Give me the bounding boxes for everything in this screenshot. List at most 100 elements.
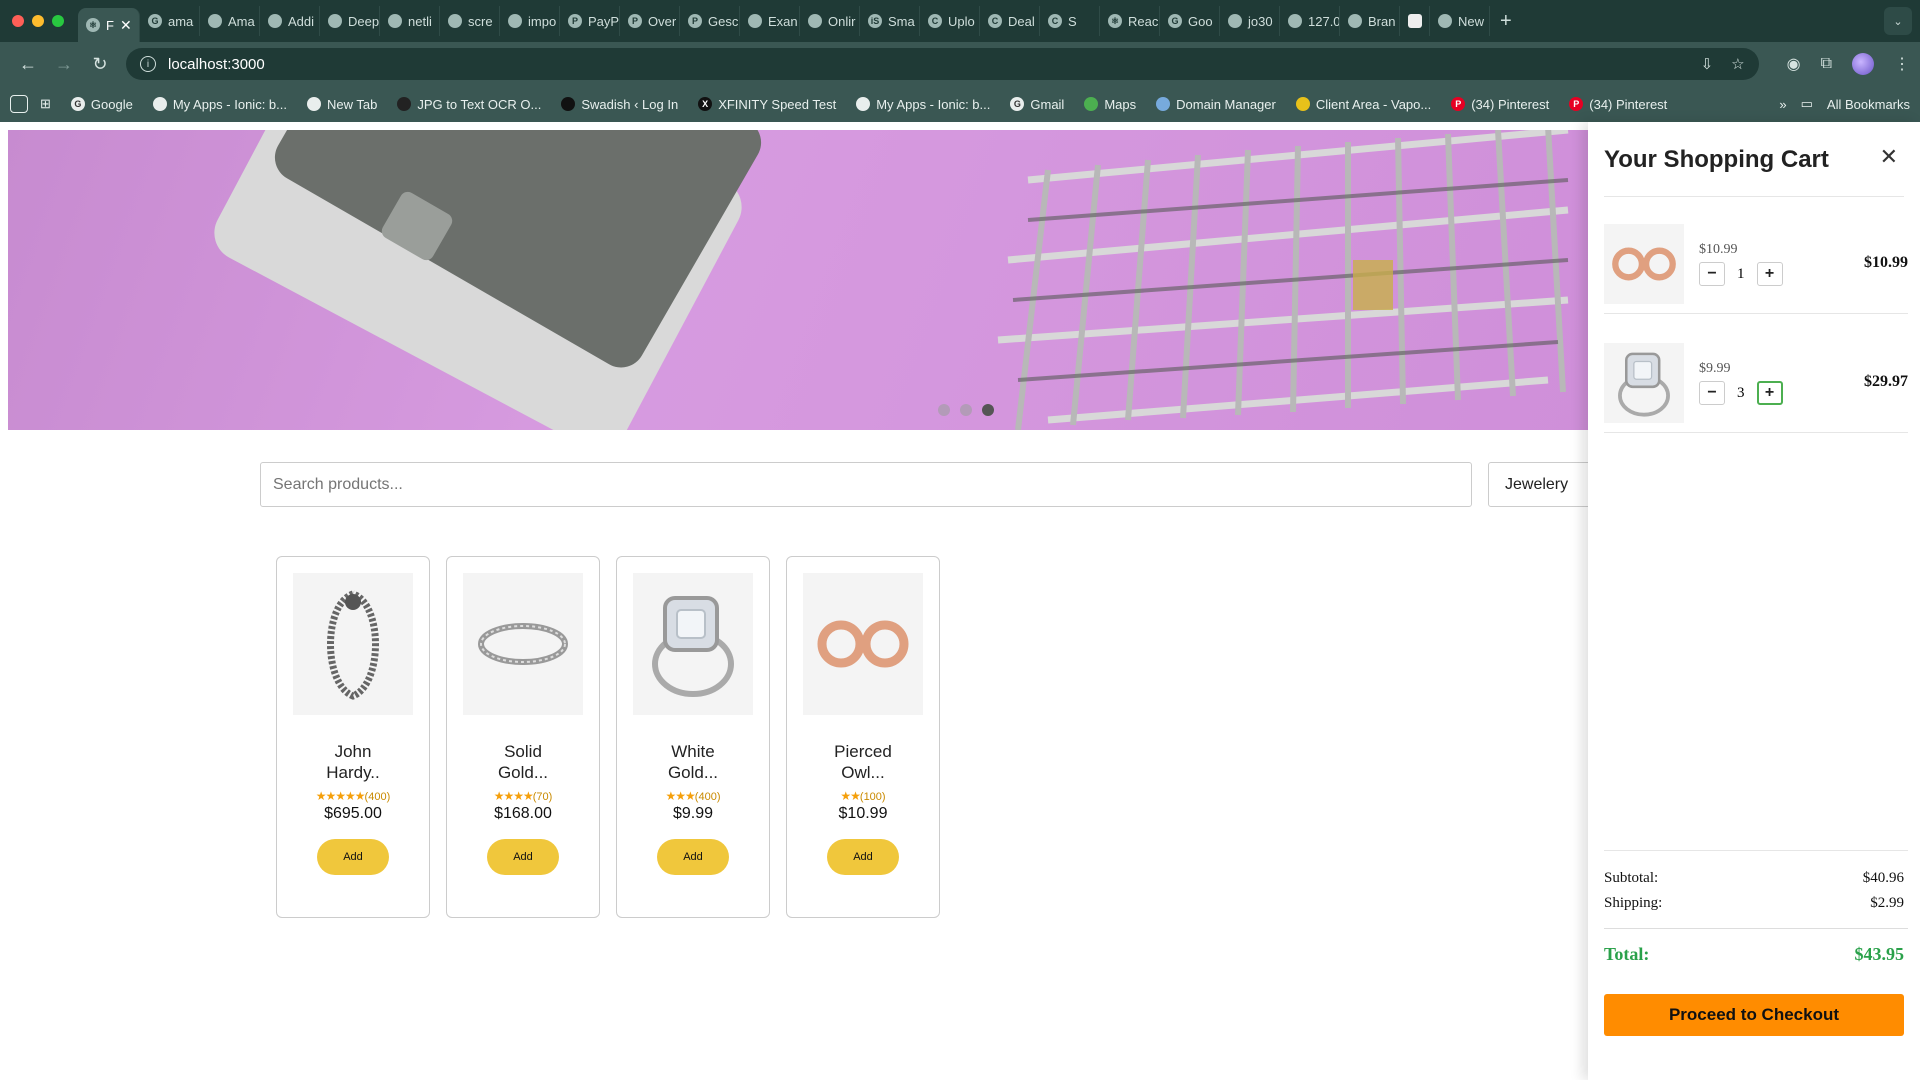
category-selected-value: Jewelery (1505, 475, 1569, 493)
profile-avatar[interactable] (1852, 53, 1874, 75)
close-tab-icon[interactable]: ✕ (120, 17, 132, 34)
tab-search-button[interactable]: ⌄ (1884, 7, 1912, 35)
tab[interactable]: scre (440, 6, 500, 36)
bookmark-item[interactable]: P (34) Pinterest (1443, 97, 1557, 112)
paypal-icon: P (688, 14, 702, 28)
site-info-icon[interactable]: i (140, 56, 156, 72)
tab[interactable]: C Uplo (920, 6, 980, 36)
product-price: $695.00 (324, 805, 382, 822)
bookmark-label: Domain Manager (1176, 96, 1276, 112)
add-to-cart-button[interactable]: Add (827, 839, 899, 875)
carousel-dot-3[interactable] (982, 404, 994, 416)
more-menu-icon[interactable]: ⋮ (1894, 54, 1910, 74)
carousel-dot-1[interactable] (938, 404, 950, 416)
back-button[interactable]: ← (10, 54, 46, 75)
decrease-qty-button[interactable]: − (1699, 262, 1725, 286)
product-image (463, 573, 583, 715)
puzzle-icon[interactable]: ⧉ (1821, 55, 1832, 73)
pinterest-icon: P (1451, 97, 1466, 111)
product-card[interactable]: Solid Gold... ★★★★ (70) $168.00 Add (446, 556, 600, 918)
tab[interactable]: P PayP (560, 6, 620, 36)
tab[interactable]: CS (1040, 6, 1100, 36)
bookmark-item[interactable]: My Apps - Ionic: b... (848, 97, 998, 112)
cart-title: Your Shopping Cart (1604, 146, 1829, 173)
tab[interactable]: New (1430, 6, 1490, 36)
tab[interactable]: C Deal (980, 6, 1040, 36)
bookmark-item[interactable]: Domain Manager (1148, 97, 1284, 112)
bookmark-item[interactable]: P (34) Pinterest (1561, 97, 1675, 112)
add-to-cart-button[interactable]: Add (487, 839, 559, 875)
sidebar-icon[interactable] (10, 95, 28, 113)
increase-qty-button[interactable]: + (1756, 381, 1783, 405)
tab[interactable]: Ama (200, 6, 260, 36)
tab[interactable]: jo30 (1220, 6, 1280, 36)
bookmark-item[interactable]: Client Area - Vapo... (1288, 97, 1439, 112)
bookmark-item[interactable]: JPG to Text OCR O... (389, 97, 549, 112)
reload-button[interactable]: ↻ (82, 54, 118, 75)
carousel-dot-2[interactable] (960, 404, 972, 416)
product-card[interactable]: John Hardy.. ★★★★★ (400) $695.00 Add (276, 556, 430, 918)
product-card[interactable]: Pierced Owl... ★★ (100) $10.99 Add (786, 556, 940, 918)
more-bookmarks-icon[interactable]: » (1779, 97, 1786, 112)
apps-grid-icon[interactable]: ⊞ (32, 96, 59, 112)
tab[interactable]: Onlir (800, 6, 860, 36)
tab[interactable]: netli (380, 6, 440, 36)
bookmark-star-icon[interactable]: ☆ (1731, 55, 1744, 73)
tab[interactable]: Gama (140, 6, 200, 36)
checkout-button[interactable]: Proceed to Checkout (1604, 994, 1904, 1036)
hero-carousel (8, 130, 1591, 430)
tab[interactable]: Addi (260, 6, 320, 36)
bookmarks-bar: ⊞ G Google My Apps - Ionic: b... New Tab … (0, 86, 1920, 122)
site-icon (268, 14, 282, 28)
bookmark-item[interactable]: Swadish ‹ Log In (553, 97, 686, 112)
product-price: $9.99 (672, 805, 714, 822)
rating-stars: ★★★★ (493, 789, 534, 803)
carousel-dots (938, 404, 994, 416)
bookmark-item[interactable]: G Gmail (1002, 97, 1072, 112)
forward-button[interactable]: → (46, 54, 82, 75)
extension-icon[interactable]: ◉ (1787, 54, 1801, 74)
tab[interactable]: G Goo (1160, 6, 1220, 36)
address-bar[interactable]: i localhost:3000 ⇩ ☆ (126, 48, 1759, 80)
product-card[interactable]: White Gold... ★★★ (400) $9.99 Add (616, 556, 770, 918)
increase-qty-button[interactable]: + (1756, 262, 1783, 286)
add-to-cart-button[interactable]: Add (317, 839, 389, 875)
tab[interactable]: P Over (620, 6, 680, 36)
bookmark-item[interactable]: Maps (1076, 97, 1144, 112)
maximize-window-button[interactable] (52, 15, 64, 27)
tab[interactable] (1400, 6, 1430, 36)
add-to-cart-button[interactable]: Add (657, 839, 729, 875)
bookmark-item[interactable]: New Tab (299, 97, 385, 112)
tab-label: Exan (768, 13, 798, 29)
tab[interactable]: 127.0 (1280, 6, 1340, 36)
earrings-icon (1612, 247, 1676, 281)
bookmark-item[interactable]: My Apps - Ionic: b... (145, 97, 295, 112)
tab[interactable]: Bran (1340, 6, 1400, 36)
minimize-window-button[interactable] (32, 15, 44, 27)
site-icon (306, 97, 321, 111)
divider (1604, 850, 1908, 851)
site-icon (328, 14, 342, 28)
subtotal-row: Subtotal: $40.96 (1604, 870, 1904, 887)
tab[interactable]: ⚛ Reac (1100, 6, 1160, 36)
tab[interactable]: P Gesc (680, 6, 740, 36)
product-image (293, 573, 413, 715)
tab[interactable]: iS Sma (860, 6, 920, 36)
tab[interactable]: Exan (740, 6, 800, 36)
tab-label: impo (528, 13, 557, 29)
product-rating: ★★ (100) (840, 789, 885, 803)
close-window-button[interactable] (12, 15, 24, 27)
bookmark-item[interactable]: X XFINITY Speed Test (690, 97, 844, 112)
new-tab-button[interactable]: + (1490, 10, 1522, 33)
decrease-qty-button[interactable]: − (1699, 381, 1725, 405)
tab-active[interactable]: ⚛ F ✕ (78, 8, 140, 42)
browser-tab-bar: ⚛ F ✕ Gama Ama Addi Deep netli scre impo P… (0, 0, 1920, 42)
bookmark-item[interactable]: G Google (63, 97, 141, 112)
close-icon[interactable]: ✕ (1880, 144, 1898, 170)
all-bookmarks-link[interactable]: All Bookmarks (1827, 97, 1910, 112)
tab[interactable]: Deep (320, 6, 380, 36)
search-input[interactable] (260, 462, 1472, 507)
install-app-icon[interactable]: ⇩ (1701, 55, 1714, 73)
bookmark-label: XFINITY Speed Test (718, 96, 837, 112)
tab[interactable]: impo (500, 6, 560, 36)
